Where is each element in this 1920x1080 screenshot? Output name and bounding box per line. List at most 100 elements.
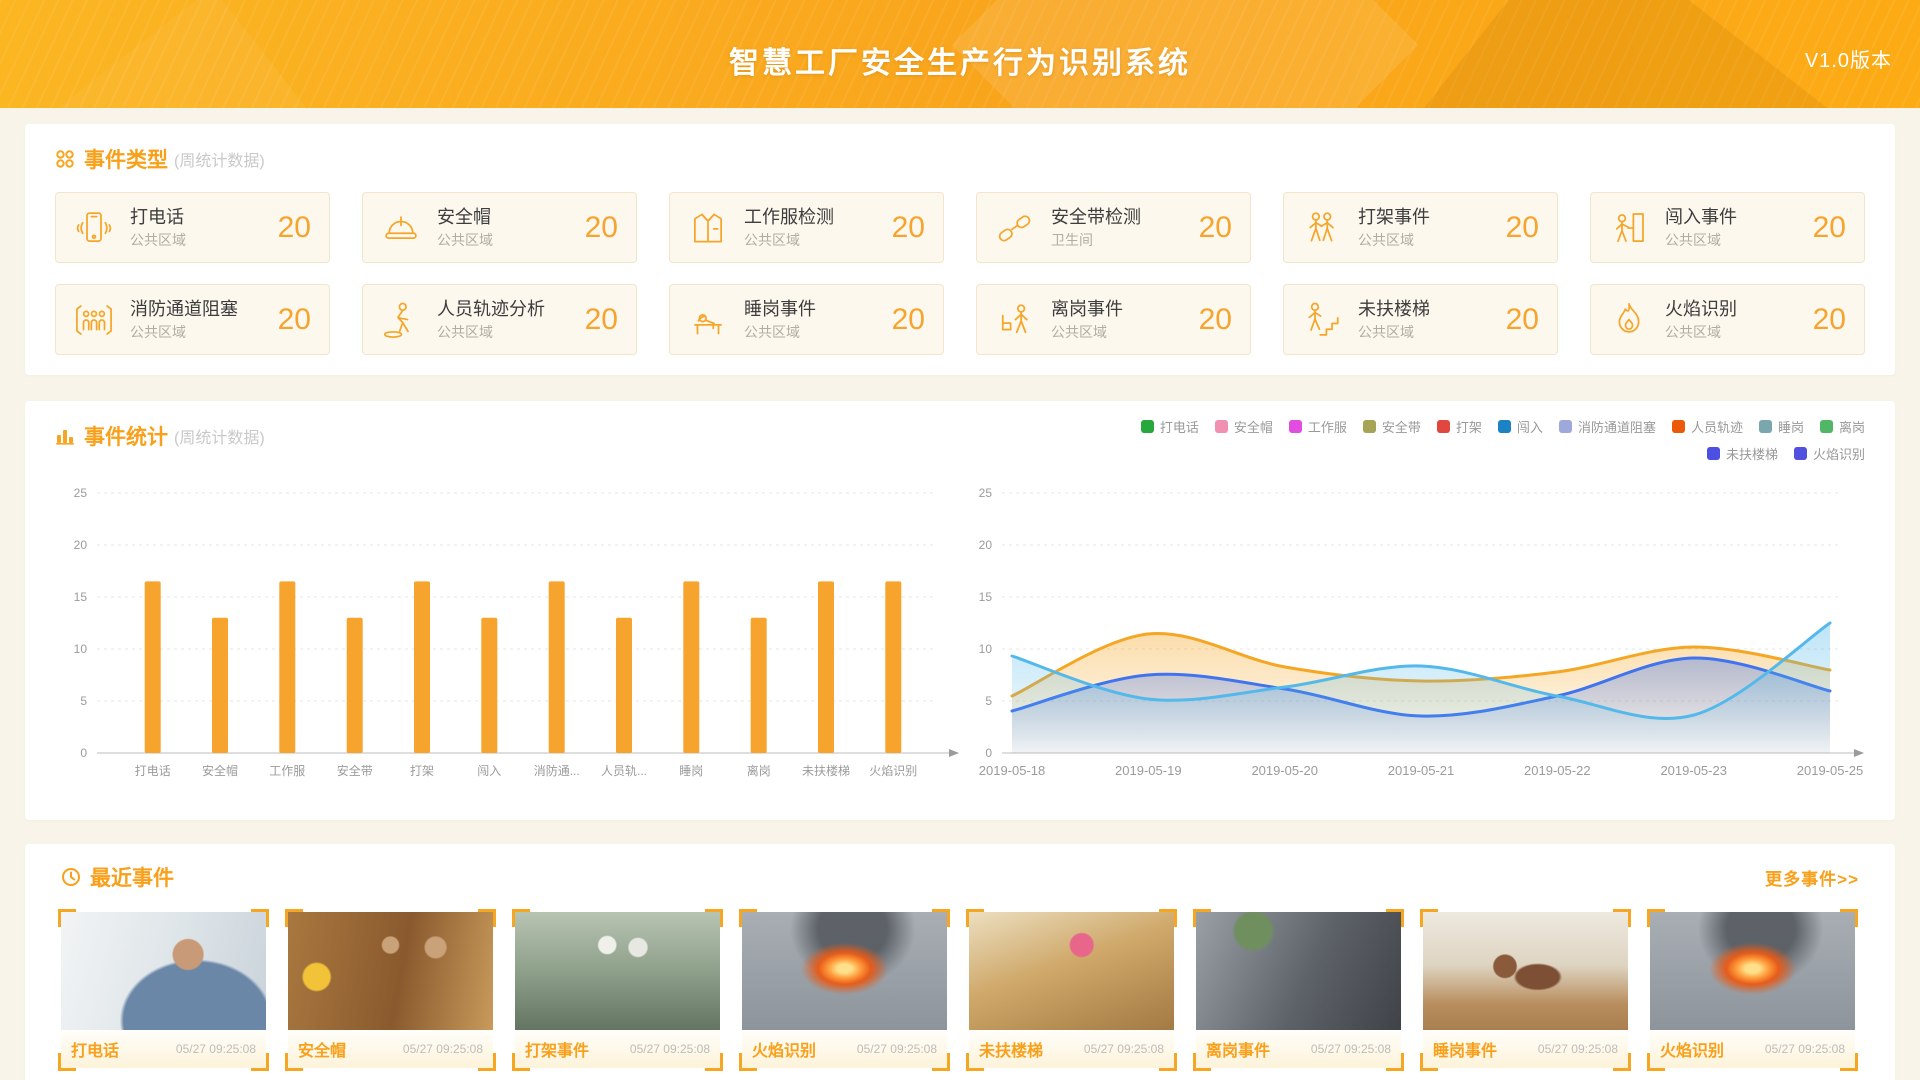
svg-text:工作服: 工作服	[269, 764, 305, 778]
event-types-subtitle: (周统计数据)	[174, 147, 265, 171]
seatbelt-icon	[993, 206, 1037, 250]
legend-item[interactable]: 打电话	[1141, 417, 1199, 436]
event-type-card[interactable]: 火焰识别 公共区域 20	[1590, 284, 1865, 355]
legend-item[interactable]: 工作服	[1289, 417, 1347, 436]
event-timestamp: 05/27 09:25:08	[1084, 1042, 1164, 1056]
event-type-area: 公共区域	[744, 232, 834, 250]
corner-bracket-icon	[1613, 1053, 1631, 1071]
legend-item[interactable]: 闯入	[1498, 417, 1543, 436]
legend-item[interactable]: 人员轨迹	[1672, 417, 1743, 436]
svg-text:5: 5	[985, 694, 992, 708]
event-type-card[interactable]: 消防通道阻塞 公共区域 20	[55, 284, 330, 355]
svg-text:2019-05-25: 2019-05-25	[1797, 763, 1864, 778]
legend-swatch	[1498, 420, 1511, 433]
svg-text:0: 0	[985, 746, 992, 760]
stairs-icon	[1300, 298, 1344, 342]
legend-item[interactable]: 睡岗	[1759, 417, 1804, 436]
recent-event-card[interactable]: 打架事件 05/27 09:25:08	[515, 912, 720, 1068]
event-type-name: 消防通道阻塞	[130, 298, 238, 321]
svg-text:安全带: 安全带	[337, 763, 373, 778]
event-photo	[288, 912, 493, 1030]
flame-icon	[1607, 298, 1651, 342]
event-type-name: 打架事件	[1358, 206, 1430, 229]
svg-text:15: 15	[74, 590, 88, 604]
event-type-card[interactable]: 安全带检测 卫生间 20	[976, 192, 1251, 263]
corner-bracket-icon	[932, 909, 950, 927]
grid-icon	[55, 149, 75, 169]
event-type-count: 20	[1813, 303, 1846, 337]
legend-item[interactable]: 打架	[1437, 417, 1482, 436]
recent-event-card[interactable]: 睡岗事件 05/27 09:25:08	[1423, 912, 1628, 1068]
svg-text:0: 0	[80, 746, 87, 760]
svg-text:打架: 打架	[410, 764, 434, 778]
svg-text:闯入: 闯入	[477, 763, 501, 778]
legend-item[interactable]: 火焰识别	[1794, 444, 1865, 463]
corner-bracket-icon	[512, 1053, 530, 1071]
recent-event-card[interactable]: 火焰识别 05/27 09:25:08	[742, 912, 947, 1068]
event-type-card[interactable]: 打架事件 公共区域 20	[1283, 192, 1558, 263]
event-type-name: 安全带检测	[1051, 206, 1141, 229]
recent-event-card[interactable]: 未扶楼梯 05/27 09:25:08	[969, 912, 1174, 1068]
event-type-card[interactable]: 睡岗事件 公共区域 20	[669, 284, 944, 355]
corner-bracket-icon	[1193, 1053, 1211, 1071]
legend-swatch	[1215, 420, 1228, 433]
event-type-card[interactable]: 人员轨迹分析 公共区域 20	[362, 284, 637, 355]
event-type-area: 公共区域	[744, 324, 816, 342]
legend-label: 消防通道阻塞	[1578, 417, 1656, 436]
legend-item[interactable]: 消防通道阻塞	[1559, 417, 1656, 436]
event-label: 火焰识别	[1660, 1037, 1724, 1061]
legend-item[interactable]: 安全帽	[1215, 417, 1273, 436]
event-type-card[interactable]: 未扶楼梯 公共区域 20	[1283, 284, 1558, 355]
event-photo	[1196, 912, 1401, 1030]
event-type-count: 20	[278, 303, 311, 337]
event-photo	[969, 912, 1174, 1030]
svg-text:人员轨...: 人员轨...	[601, 764, 647, 778]
more-events-link[interactable]: 更多事件>>	[1765, 865, 1859, 890]
legend-swatch	[1672, 420, 1685, 433]
corner-bracket-icon	[705, 909, 723, 927]
legend-item[interactable]: 未扶楼梯	[1707, 444, 1778, 463]
corner-bracket-icon	[512, 909, 530, 927]
svg-text:10: 10	[979, 642, 993, 656]
svg-text:未扶楼梯: 未扶楼梯	[802, 763, 850, 778]
event-type-card[interactable]: 安全帽 公共区域 20	[362, 192, 637, 263]
event-label: 安全帽	[298, 1037, 346, 1061]
event-photo	[1423, 912, 1628, 1030]
legend-item[interactable]: 离岗	[1820, 417, 1865, 436]
corner-bracket-icon	[251, 909, 269, 927]
event-label: 离岗事件	[1206, 1037, 1270, 1061]
legend-label: 离岗	[1839, 417, 1865, 436]
svg-text:2019-05-23: 2019-05-23	[1660, 763, 1727, 778]
version-label: V1.0版本	[1805, 44, 1892, 73]
corner-bracket-icon	[966, 1053, 984, 1071]
corner-bracket-icon	[285, 1053, 303, 1071]
event-type-card[interactable]: 离岗事件 公共区域 20	[976, 284, 1251, 355]
event-type-area: 卫生间	[1051, 232, 1141, 250]
legend-label: 人员轨迹	[1691, 417, 1743, 436]
event-type-card[interactable]: 工作服检测 公共区域 20	[669, 192, 944, 263]
recent-event-card[interactable]: 安全帽 05/27 09:25:08	[288, 912, 493, 1068]
legend-label: 火焰识别	[1813, 444, 1865, 463]
recent-event-card[interactable]: 火焰识别 05/27 09:25:08	[1650, 912, 1855, 1068]
legend-item[interactable]: 安全带	[1363, 417, 1421, 436]
event-type-card[interactable]: 打电话 公共区域 20	[55, 192, 330, 263]
bar-chart-icon	[55, 426, 75, 446]
recent-event-card[interactable]: 离岗事件 05/27 09:25:08	[1196, 912, 1401, 1068]
corner-bracket-icon	[1840, 1053, 1858, 1071]
fight-icon	[1300, 206, 1344, 250]
event-photo	[742, 912, 947, 1030]
legend-swatch	[1141, 420, 1154, 433]
phone-icon	[72, 206, 116, 250]
corner-bracket-icon	[1159, 1053, 1177, 1071]
corner-bracket-icon	[1159, 909, 1177, 927]
recent-events-row: 打电话 05/27 09:25:08 安全帽 05/27 09:25:08 打架…	[61, 912, 1859, 1068]
recent-event-card[interactable]: 打电话 05/27 09:25:08	[61, 912, 266, 1068]
event-type-card[interactable]: 闯入事件 公共区域 20	[1590, 192, 1865, 263]
legend-swatch	[1437, 420, 1450, 433]
svg-text:20: 20	[74, 538, 88, 552]
event-label: 打架事件	[525, 1037, 589, 1061]
event-photo	[61, 912, 266, 1030]
corner-bracket-icon	[1647, 909, 1665, 927]
corner-bracket-icon	[966, 909, 984, 927]
event-type-area: 公共区域	[1358, 324, 1430, 342]
